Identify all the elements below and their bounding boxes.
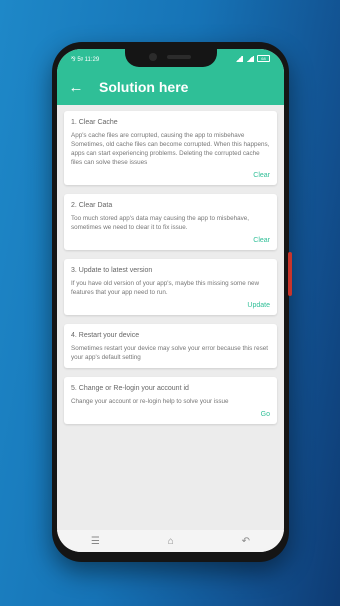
solutions-list[interactable]: 1. Clear Cache App's cache files are cor…	[57, 105, 284, 536]
signal-icon	[235, 55, 243, 62]
card-description: If you have old version of your app's, m…	[71, 280, 260, 296]
home-icon[interactable]: ⌂	[168, 536, 174, 547]
recents-icon[interactable]: ☰	[91, 536, 100, 547]
card-title: 3. Update to latest version	[71, 267, 153, 274]
go-button[interactable]: Go	[71, 411, 270, 418]
status-time: ⅋ 5ᵍ 11:29	[71, 57, 100, 63]
clear-data-button[interactable]: Clear	[71, 237, 270, 244]
card-description: Change your account or re-login help to …	[71, 398, 229, 405]
notch	[125, 49, 217, 67]
power-button	[288, 252, 292, 296]
card-title: 2. Clear Data	[71, 202, 113, 209]
app-bar: ← Solution here	[57, 69, 284, 105]
solution-card-restart: 4. Restart your device Sometimes restart…	[64, 324, 277, 368]
battery-icon: 68	[257, 55, 270, 62]
card-description: App's cache files are corrupted, causing…	[71, 132, 270, 166]
camera-icon	[149, 53, 157, 61]
card-title: 5. Change or Re-login your account id	[71, 385, 189, 392]
arrow-left-icon[interactable]: ←	[65, 79, 87, 96]
card-description: Too much stored app's data may causing t…	[71, 215, 249, 231]
phone-frame: ⅋ 5ᵍ 11:29 68 ← Solution here 1. Clear C…	[52, 42, 292, 562]
status-icons: 68	[235, 55, 270, 62]
page-title: Solution here	[99, 79, 189, 95]
update-button[interactable]: Update	[71, 302, 270, 309]
card-title: 4. Restart your device	[71, 332, 140, 339]
phone-screen: ⅋ 5ᵍ 11:29 68 ← Solution here 1. Clear C…	[57, 49, 284, 552]
solution-card-relogin: 5. Change or Re-login your account id Ch…	[64, 377, 277, 424]
card-title: 1. Clear Cache	[71, 119, 118, 126]
speaker-icon	[167, 55, 191, 59]
wifi-icon	[246, 55, 254, 62]
card-description: Sometimes restart your device may solve …	[71, 345, 269, 361]
system-nav-bar: ☰ ⌂ ↶	[57, 530, 284, 552]
solution-card-clear-cache: 1. Clear Cache App's cache files are cor…	[64, 111, 277, 185]
solution-card-clear-data: 2. Clear Data Too much stored app's data…	[64, 194, 277, 250]
back-icon[interactable]: ↶	[242, 536, 250, 547]
solution-card-update: 3. Update to latest version If you have …	[64, 259, 277, 315]
clear-cache-button[interactable]: Clear	[71, 172, 270, 179]
